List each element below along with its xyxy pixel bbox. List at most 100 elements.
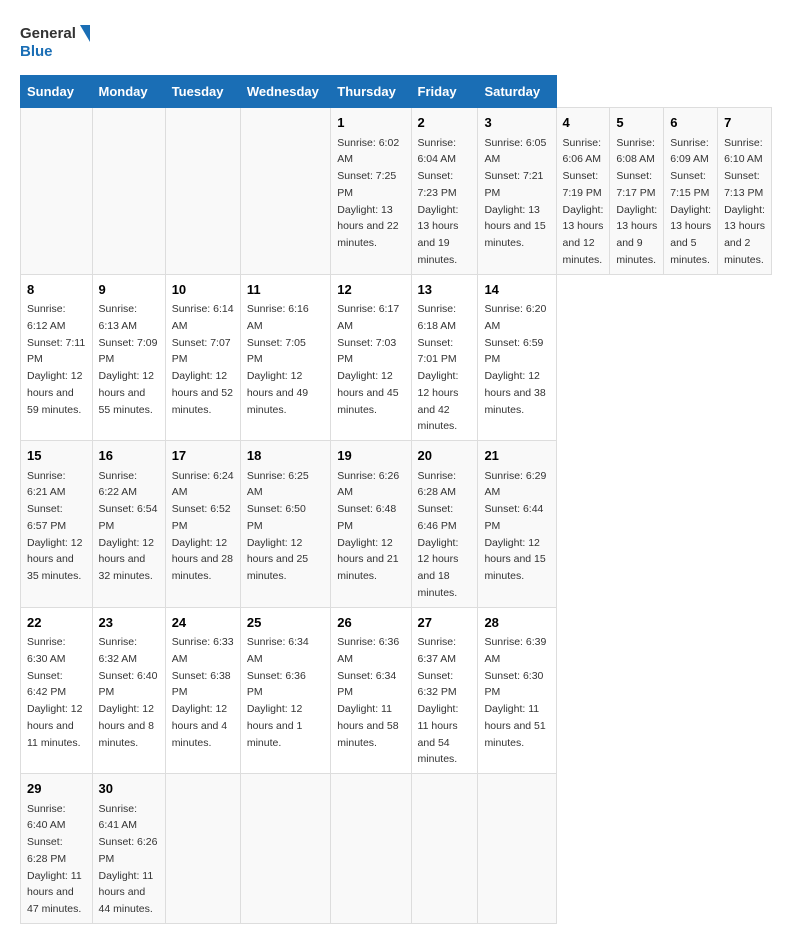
daylight-info: Daylight: 11 hours and 58 minutes.	[337, 703, 398, 749]
calendar-cell	[92, 108, 165, 275]
daylight-info: Daylight: 12 hours and 55 minutes.	[99, 370, 154, 416]
calendar-cell: 26 Sunrise: 6:36 AM Sunset: 6:34 PM Dayl…	[331, 607, 411, 774]
calendar-cell: 1 Sunrise: 6:02 AM Sunset: 7:25 PM Dayli…	[331, 108, 411, 275]
calendar-cell: 2 Sunrise: 6:04 AM Sunset: 7:23 PM Dayli…	[411, 108, 478, 275]
calendar-cell: 6 Sunrise: 6:09 AM Sunset: 7:15 PM Dayli…	[664, 108, 718, 275]
sunset-info: Sunset: 6:59 PM	[484, 337, 543, 366]
sunrise-info: Sunrise: 6:18 AM	[418, 303, 457, 332]
sunset-info: Sunset: 7:11 PM	[27, 337, 85, 366]
sunset-info: Sunset: 7:23 PM	[418, 170, 457, 199]
sunset-info: Sunset: 6:38 PM	[172, 670, 231, 699]
sunrise-info: Sunrise: 6:41 AM	[99, 803, 138, 832]
calendar-table: SundayMondayTuesdayWednesdayThursdayFrid…	[20, 75, 772, 924]
daylight-info: Daylight: 12 hours and 38 minutes.	[484, 370, 545, 416]
day-number: 15	[27, 446, 86, 466]
day-number: 18	[247, 446, 324, 466]
sunset-info: Sunset: 6:57 PM	[27, 503, 66, 532]
daylight-info: Daylight: 13 hours and 12 minutes.	[563, 204, 604, 266]
calendar-cell: 12 Sunrise: 6:17 AM Sunset: 7:03 PM Dayl…	[331, 274, 411, 441]
col-header-sunday: Sunday	[21, 76, 93, 108]
sunrise-info: Sunrise: 6:02 AM	[337, 137, 399, 166]
col-header-thursday: Thursday	[331, 76, 411, 108]
sunset-info: Sunset: 6:40 PM	[99, 670, 158, 699]
sunset-info: Sunset: 6:32 PM	[418, 670, 457, 699]
sunrise-info: Sunrise: 6:21 AM	[27, 470, 66, 499]
calendar-cell: 28 Sunrise: 6:39 AM Sunset: 6:30 PM Dayl…	[478, 607, 556, 774]
day-number: 5	[616, 113, 657, 133]
day-number: 16	[99, 446, 159, 466]
sunrise-info: Sunrise: 6:33 AM	[172, 636, 234, 665]
sunset-info: Sunset: 7:09 PM	[99, 337, 158, 366]
daylight-info: Daylight: 11 hours and 54 minutes.	[418, 703, 459, 765]
calendar-cell: 29 Sunrise: 6:40 AM Sunset: 6:28 PM Dayl…	[21, 774, 93, 924]
sunset-info: Sunset: 6:26 PM	[99, 836, 158, 865]
sunrise-info: Sunrise: 6:40 AM	[27, 803, 66, 832]
header-row: SundayMondayTuesdayWednesdayThursdayFrid…	[21, 76, 772, 108]
sunset-info: Sunset: 7:01 PM	[418, 337, 457, 366]
week-row-3: 15 Sunrise: 6:21 AM Sunset: 6:57 PM Dayl…	[21, 441, 772, 608]
sunrise-info: Sunrise: 6:32 AM	[99, 636, 138, 665]
day-number: 13	[418, 280, 472, 300]
sunset-info: Sunset: 7:25 PM	[337, 170, 396, 199]
calendar-cell: 27 Sunrise: 6:37 AM Sunset: 6:32 PM Dayl…	[411, 607, 478, 774]
sunrise-info: Sunrise: 6:16 AM	[247, 303, 309, 332]
day-number: 23	[99, 613, 159, 633]
calendar-cell	[240, 108, 330, 275]
day-number: 8	[27, 280, 86, 300]
daylight-info: Daylight: 12 hours and 59 minutes.	[27, 370, 82, 416]
calendar-cell: 4 Sunrise: 6:06 AM Sunset: 7:19 PM Dayli…	[556, 108, 610, 275]
sunset-info: Sunset: 7:13 PM	[724, 170, 763, 199]
calendar-cell: 24 Sunrise: 6:33 AM Sunset: 6:38 PM Dayl…	[165, 607, 240, 774]
calendar-cell: 8 Sunrise: 6:12 AM Sunset: 7:11 PM Dayli…	[21, 274, 93, 441]
sunrise-info: Sunrise: 6:39 AM	[484, 636, 546, 665]
day-number: 4	[563, 113, 604, 133]
sunrise-info: Sunrise: 6:29 AM	[484, 470, 546, 499]
daylight-info: Daylight: 11 hours and 47 minutes.	[27, 870, 82, 916]
sunrise-info: Sunrise: 6:37 AM	[418, 636, 457, 665]
sunrise-info: Sunrise: 6:12 AM	[27, 303, 66, 332]
calendar-cell: 25 Sunrise: 6:34 AM Sunset: 6:36 PM Dayl…	[240, 607, 330, 774]
sunrise-info: Sunrise: 6:28 AM	[418, 470, 457, 499]
calendar-cell	[165, 108, 240, 275]
day-number: 28	[484, 613, 549, 633]
sunset-info: Sunset: 6:44 PM	[484, 503, 543, 532]
sunset-info: Sunset: 7:03 PM	[337, 337, 396, 366]
sunrise-info: Sunrise: 6:22 AM	[99, 470, 138, 499]
daylight-info: Daylight: 13 hours and 9 minutes.	[616, 204, 657, 266]
daylight-info: Daylight: 12 hours and 45 minutes.	[337, 370, 398, 416]
calendar-cell: 3 Sunrise: 6:05 AM Sunset: 7:21 PM Dayli…	[478, 108, 556, 275]
calendar-cell: 23 Sunrise: 6:32 AM Sunset: 6:40 PM Dayl…	[92, 607, 165, 774]
day-number: 26	[337, 613, 404, 633]
sunrise-info: Sunrise: 6:08 AM	[616, 137, 655, 166]
daylight-info: Daylight: 13 hours and 5 minutes.	[670, 204, 711, 266]
sunrise-info: Sunrise: 6:25 AM	[247, 470, 309, 499]
calendar-cell: 7 Sunrise: 6:10 AM Sunset: 7:13 PM Dayli…	[718, 108, 772, 275]
logo-svg: General Blue	[20, 20, 90, 65]
sunrise-info: Sunrise: 6:04 AM	[418, 137, 457, 166]
sunset-info: Sunset: 6:48 PM	[337, 503, 396, 532]
daylight-info: Daylight: 12 hours and 28 minutes.	[172, 537, 233, 583]
day-number: 14	[484, 280, 549, 300]
daylight-info: Daylight: 13 hours and 2 minutes.	[724, 204, 765, 266]
calendar-cell	[478, 774, 556, 924]
sunset-info: Sunset: 6:42 PM	[27, 670, 66, 699]
calendar-cell: 13 Sunrise: 6:18 AM Sunset: 7:01 PM Dayl…	[411, 274, 478, 441]
calendar-cell: 15 Sunrise: 6:21 AM Sunset: 6:57 PM Dayl…	[21, 441, 93, 608]
daylight-info: Daylight: 12 hours and 8 minutes.	[99, 703, 154, 749]
calendar-cell: 19 Sunrise: 6:26 AM Sunset: 6:48 PM Dayl…	[331, 441, 411, 608]
svg-text:Blue: Blue	[20, 43, 53, 60]
day-number: 3	[484, 113, 549, 133]
daylight-info: Daylight: 12 hours and 21 minutes.	[337, 537, 398, 583]
col-header-monday: Monday	[92, 76, 165, 108]
daylight-info: Daylight: 12 hours and 35 minutes.	[27, 537, 82, 583]
calendar-cell: 21 Sunrise: 6:29 AM Sunset: 6:44 PM Dayl…	[478, 441, 556, 608]
sunset-info: Sunset: 6:46 PM	[418, 503, 457, 532]
day-number: 11	[247, 280, 324, 300]
col-header-tuesday: Tuesday	[165, 76, 240, 108]
calendar-cell	[331, 774, 411, 924]
week-row-1: 1 Sunrise: 6:02 AM Sunset: 7:25 PM Dayli…	[21, 108, 772, 275]
calendar-cell: 16 Sunrise: 6:22 AM Sunset: 6:54 PM Dayl…	[92, 441, 165, 608]
sunset-info: Sunset: 6:52 PM	[172, 503, 231, 532]
daylight-info: Daylight: 12 hours and 52 minutes.	[172, 370, 233, 416]
daylight-info: Daylight: 13 hours and 15 minutes.	[484, 204, 545, 250]
